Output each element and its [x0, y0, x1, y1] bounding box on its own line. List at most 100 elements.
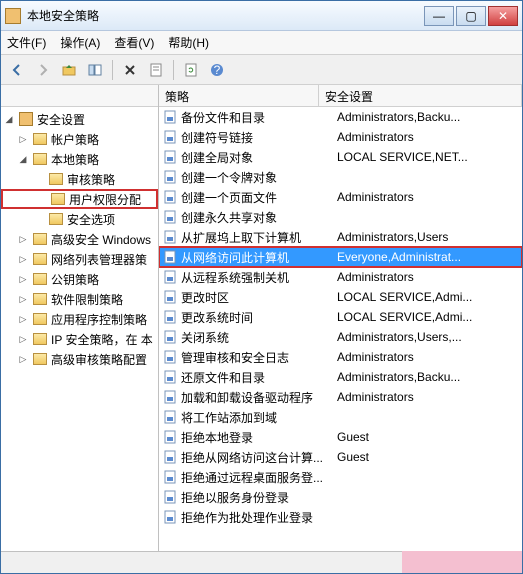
tree-node[interactable]: ▷ 帐户策略: [1, 129, 158, 149]
expander-icon[interactable]: ▷: [17, 313, 29, 325]
folder-icon: [33, 153, 47, 165]
tree-label: 帐户策略: [51, 131, 99, 148]
cell-security: Guest: [337, 430, 522, 444]
folder-icon: [33, 353, 47, 365]
policy-icon: [163, 130, 177, 144]
list-row[interactable]: 拒绝本地登录Guest: [159, 427, 522, 447]
expander-icon[interactable]: ◢: [17, 153, 29, 165]
tree-node[interactable]: ▷高级安全 Windows: [1, 229, 158, 249]
cell-policy: 拒绝以服务身份登录: [181, 489, 337, 506]
tree-node[interactable]: ▷高级审核策略配置: [1, 349, 158, 369]
menu-help[interactable]: 帮助(H): [168, 34, 209, 51]
delete-button[interactable]: [118, 58, 142, 82]
refresh-button[interactable]: [179, 58, 203, 82]
list-row[interactable]: 将工作站添加到域: [159, 407, 522, 427]
tree-node[interactable]: ▷ 公钥策略: [1, 269, 158, 289]
tree-node[interactable]: 审核策略: [1, 169, 158, 189]
expander-icon[interactable]: ▷: [17, 333, 29, 345]
tree: ◢安全设置 ▷ 帐户策略◢本地策略审核策略用户权限分配安全选项▷高级安全 Windo…: [1, 107, 158, 371]
tree-panel: ◢安全设置 ▷ 帐户策略◢本地策略审核策略用户权限分配安全选项▷高级安全 Windo…: [1, 85, 159, 551]
list-row[interactable]: 从网络访问此计算机Everyone,Administrat...: [159, 247, 522, 267]
list-row[interactable]: 创建永久共享对象: [159, 207, 522, 227]
expander-icon[interactable]: ▷: [17, 253, 29, 265]
menu-action[interactable]: 操作(A): [60, 34, 100, 51]
maximize-button[interactable]: ▢: [456, 6, 486, 26]
tree-node[interactable]: 用户权限分配: [1, 189, 158, 209]
close-button[interactable]: ✕: [488, 6, 518, 26]
folder-icon: [19, 112, 33, 126]
list-row[interactable]: 创建全局对象LOCAL SERVICE,NET...: [159, 147, 522, 167]
list-row[interactable]: 从远程系统强制关机Administrators: [159, 267, 522, 287]
cell-security: LOCAL SERVICE,Admi...: [337, 290, 522, 304]
policy-icon: [163, 390, 177, 404]
tree-label: 公钥策略: [51, 271, 99, 288]
tree-node[interactable]: ▷ 应用程序控制策略: [1, 309, 158, 329]
tree-node[interactable]: ◢本地策略: [1, 149, 158, 169]
folder-icon: [33, 233, 47, 245]
expander-icon[interactable]: ▷: [17, 273, 29, 285]
list-row[interactable]: 拒绝作为批处理作业登录: [159, 507, 522, 527]
menubar: 文件(F) 操作(A) 查看(V) 帮助(H): [1, 31, 522, 55]
properties-button[interactable]: [144, 58, 168, 82]
titlebar: 本地安全策略 — ▢ ✕: [1, 1, 522, 31]
tree-node[interactable]: ▷软件限制策略: [1, 289, 158, 309]
tree-node[interactable]: 安全选项: [1, 209, 158, 229]
list-row[interactable]: 拒绝通过远程桌面服务登...: [159, 467, 522, 487]
list-row[interactable]: 管理审核和安全日志Administrators: [159, 347, 522, 367]
expander-icon[interactable]: [33, 213, 45, 225]
expander-icon[interactable]: ▷: [17, 353, 29, 365]
tree-label: 应用程序控制策略: [51, 311, 147, 328]
up-button[interactable]: [57, 58, 81, 82]
list-row[interactable]: 关闭系统Administrators,Users,...: [159, 327, 522, 347]
list-row[interactable]: 创建一个令牌对象: [159, 167, 522, 187]
expander-icon[interactable]: ◢: [3, 113, 15, 125]
app-icon: [5, 8, 21, 24]
tree-node[interactable]: ◢安全设置: [1, 109, 158, 129]
list-row[interactable]: 加载和卸载设备驱动程序Administrators: [159, 387, 522, 407]
list-row[interactable]: 拒绝从网络访问这台计算...Guest: [159, 447, 522, 467]
list-row[interactable]: 还原文件和目录Administrators,Backu...: [159, 367, 522, 387]
policy-icon: [163, 210, 177, 224]
tree-header: [1, 85, 158, 107]
expander-icon[interactable]: [33, 173, 45, 185]
policy-icon: [163, 190, 177, 204]
tree-node[interactable]: ▷网络列表管理器策: [1, 249, 158, 269]
menu-file[interactable]: 文件(F): [7, 34, 46, 51]
policy-icon: [163, 350, 177, 364]
list-row[interactable]: 从扩展坞上取下计算机Administrators,Users: [159, 227, 522, 247]
tree-label: IP 安全策略，在 本: [51, 331, 153, 348]
list-row[interactable]: 拒绝以服务身份登录: [159, 487, 522, 507]
list-row[interactable]: 更改时区LOCAL SERVICE,Admi...: [159, 287, 522, 307]
policy-icon: [163, 430, 177, 444]
list-row[interactable]: 备份文件和目录Administrators,Backu...: [159, 107, 522, 127]
cell-security: Administrators: [337, 390, 522, 404]
list-row[interactable]: 创建符号链接Administrators: [159, 127, 522, 147]
window-title: 本地安全策略: [27, 7, 424, 24]
folder-icon: [51, 193, 65, 205]
menu-view[interactable]: 查看(V): [114, 34, 154, 51]
list-row[interactable]: 创建一个页面文件Administrators: [159, 187, 522, 207]
cell-security: Administrators,Backu...: [337, 370, 522, 384]
content-area: ◢安全设置▷帐户策略◢本地策略审核策略用户权限分配安全选项▷高级安全 Windo…: [1, 85, 522, 551]
help-button[interactable]: ?: [205, 58, 229, 82]
forward-button[interactable]: [31, 58, 55, 82]
cell-security: Administrators,Users: [337, 230, 522, 244]
back-button[interactable]: [5, 58, 29, 82]
list-row[interactable]: 更改系统时间LOCAL SERVICE,Admi...: [159, 307, 522, 327]
cell-policy: 备份文件和目录: [181, 109, 337, 126]
cell-policy: 拒绝通过远程桌面服务登...: [181, 469, 337, 486]
tree-node[interactable]: ▷ IP 安全策略，在 本: [1, 329, 158, 349]
cell-policy: 从扩展坞上取下计算机: [181, 229, 337, 246]
col-header-policy[interactable]: 策略: [159, 85, 319, 106]
minimize-button[interactable]: —: [424, 6, 454, 26]
expander-icon[interactable]: ▷: [17, 293, 29, 305]
col-header-security[interactable]: 安全设置: [319, 85, 522, 106]
cell-security: Administrators: [337, 130, 522, 144]
cell-policy: 更改系统时间: [181, 309, 337, 326]
cell-policy: 还原文件和目录: [181, 369, 337, 386]
cell-policy: 从远程系统强制关机: [181, 269, 337, 286]
show-hide-tree-button[interactable]: [83, 58, 107, 82]
expander-icon[interactable]: ▷: [17, 133, 29, 145]
expander-icon[interactable]: ▷: [17, 233, 29, 245]
expander-icon[interactable]: [35, 193, 47, 205]
